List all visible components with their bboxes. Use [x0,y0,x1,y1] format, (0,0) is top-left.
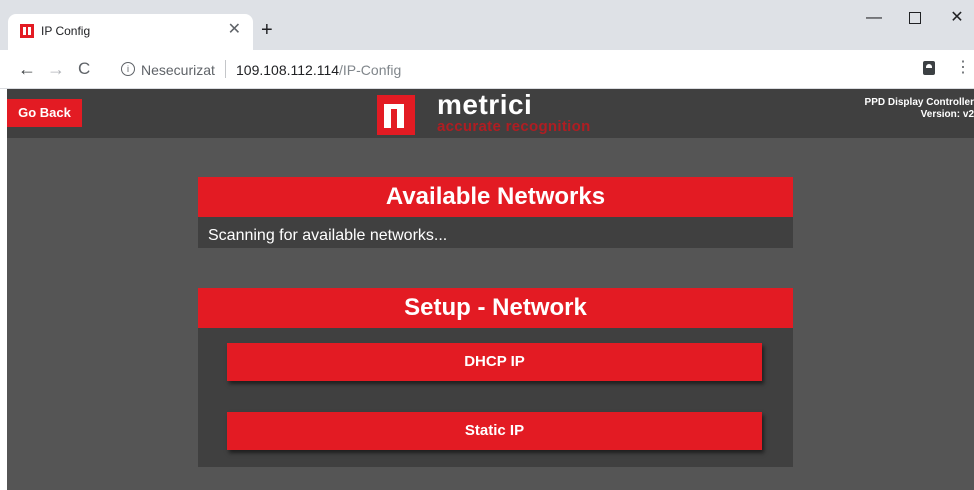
clipboard-extension-icon[interactable] [923,61,935,75]
tab-close-icon[interactable]: ✕ [228,20,241,40]
tab-title: IP Config [41,24,91,38]
app-header: Go Back metrici accurate recognition PPD… [7,89,974,138]
security-label[interactable]: Nesecurizat [141,62,215,78]
metrici-favicon-icon [20,24,34,38]
metrici-logo: metrici accurate recognition [377,89,637,136]
window-minimize-button[interactable]: — [858,6,890,30]
browser-toolbar: ← → C i Nesecurizat 109.108.112.114/IP-C… [0,50,974,89]
page-left-edge [0,89,7,490]
go-back-button[interactable]: Go Back [7,99,82,127]
dhcp-ip-button[interactable]: DHCP IP [227,343,762,381]
page-content: Go Back metrici accurate recognition PPD… [0,89,974,490]
maximize-icon [909,11,921,24]
browser-menu-icon[interactable]: ⋮ [955,58,971,78]
static-ip-button[interactable]: Static IP [227,412,762,450]
setup-network-title: Setup - Network [198,288,793,328]
url-host: 109.108.112.114 [236,62,340,78]
info-icon[interactable]: i [121,62,135,76]
metrici-logo-icon [377,95,415,135]
logo-name: metrici [437,89,533,120]
product-version: Version: v2 [920,109,974,120]
setup-network-panel: Setup - Network DHCP IP Static IP [198,288,793,467]
product-name: PPD Display Controller [864,97,974,108]
browser-tab-strip: IP Config ✕ + — ✕ [0,0,974,50]
address-bar[interactable]: 109.108.112.114/IP-Config [236,62,401,78]
scan-status-text: Scanning for available networks... [208,227,448,244]
url-path: /IP-Config [339,62,402,78]
available-networks-title: Available Networks [198,177,793,217]
window-maximize-button[interactable] [899,6,931,30]
window-close-button[interactable]: ✕ [941,6,973,30]
forward-arrow-icon[interactable]: → [47,58,65,80]
browser-tab[interactable]: IP Config ✕ [8,14,253,50]
logo-tagline: accurate recognition [437,118,591,135]
reload-icon[interactable]: C [78,58,90,80]
available-networks-panel: Available Networks Scanning for availabl… [198,177,793,248]
back-arrow-icon[interactable]: ← [18,58,36,80]
url-divider [225,60,226,78]
product-info: PPD Display Controller Version: v2 [865,97,974,121]
new-tab-button[interactable]: + [261,20,273,40]
